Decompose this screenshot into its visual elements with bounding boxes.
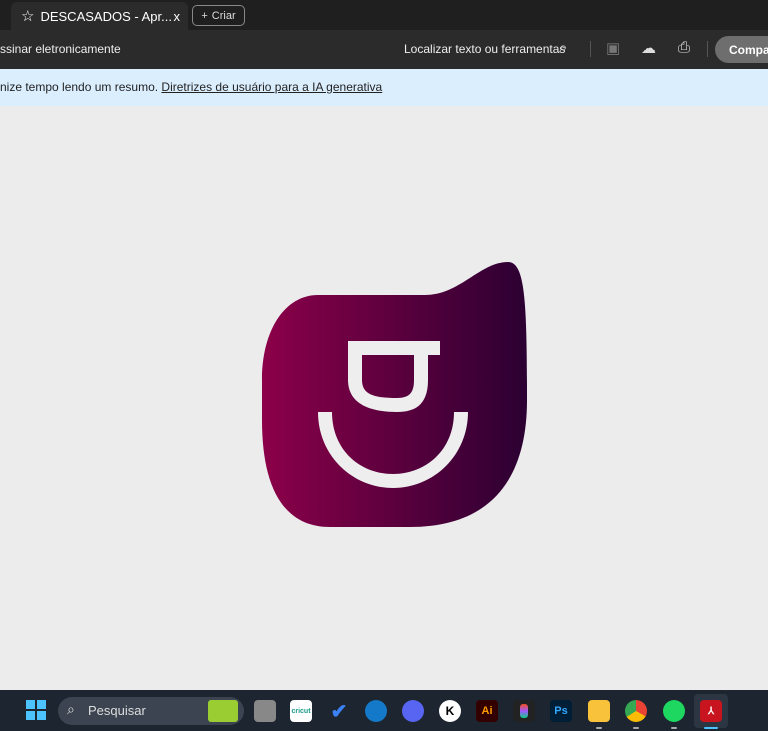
save-icon[interactable]: ▣: [606, 39, 620, 57]
share-button[interactable]: Compar: [715, 36, 768, 63]
edge-icon[interactable]: [365, 700, 387, 722]
create-button[interactable]: + Criar: [192, 5, 245, 26]
todo-check-icon[interactable]: ✔: [328, 700, 350, 723]
k-app-icon[interactable]: K: [439, 700, 461, 722]
tab-bar: ☆ DESCASADOS - Apr... x + Criar: [0, 0, 768, 30]
ai-guidelines-link[interactable]: Diretrizes de usuário para a IA generati…: [161, 80, 382, 94]
tab-descasados[interactable]: ☆ DESCASADOS - Apr... x: [11, 2, 188, 30]
print-icon[interactable]: ⎙: [678, 39, 690, 56]
cricut-icon[interactable]: cricut: [290, 700, 312, 722]
illustrator-icon[interactable]: Ai: [476, 700, 498, 722]
sign-tool[interactable]: ssinar eletronicamente: [0, 42, 121, 56]
running-indicator: [596, 727, 602, 729]
active-indicator: [704, 727, 718, 729]
discord-icon[interactable]: [402, 700, 424, 722]
task-view-icon[interactable]: [254, 700, 276, 722]
divider: [590, 41, 591, 57]
descasados-logo: [262, 262, 527, 527]
create-label: Criar: [211, 9, 236, 22]
upload-cloud-icon[interactable]: ☁: [641, 39, 656, 57]
close-tab-icon[interactable]: x: [174, 9, 181, 24]
windows-start-icon[interactable]: [26, 700, 46, 720]
photoshop-icon[interactable]: Ps: [550, 700, 572, 722]
acrobat-icon[interactable]: ⅄: [700, 700, 722, 722]
file-explorer-icon[interactable]: [588, 700, 610, 722]
search-label: Pesquisar: [88, 703, 146, 718]
figma-icon[interactable]: [513, 700, 535, 722]
find-tools[interactable]: Localizar texto ou ferramentas: [404, 42, 565, 56]
chrome-icon[interactable]: [625, 700, 647, 722]
ai-banner: nize tempo lendo um resumo. Diretrizes d…: [0, 69, 768, 106]
plus-icon: +: [201, 9, 208, 22]
search-icon: ⌕: [67, 701, 75, 717]
running-indicator: [671, 727, 677, 729]
taskbar-search[interactable]: ⌕ Pesquisar: [58, 697, 244, 725]
spotify-icon[interactable]: [663, 700, 685, 722]
running-indicator: [633, 727, 639, 729]
banner-text: nize tempo lendo um resumo.: [0, 80, 162, 94]
search-icon[interactable]: ⌕: [559, 39, 567, 56]
tab-title: DESCASADOS - Apr...: [40, 8, 172, 24]
toolbar: ssinar eletronicamente Localizar texto o…: [0, 30, 768, 69]
taskbar: ⌕ Pesquisar cricut ✔ K Ai Ps ⅄: [0, 690, 768, 731]
star-icon[interactable]: ☆: [21, 7, 34, 25]
bamboo-icon: [208, 700, 238, 722]
divider: [707, 41, 708, 57]
